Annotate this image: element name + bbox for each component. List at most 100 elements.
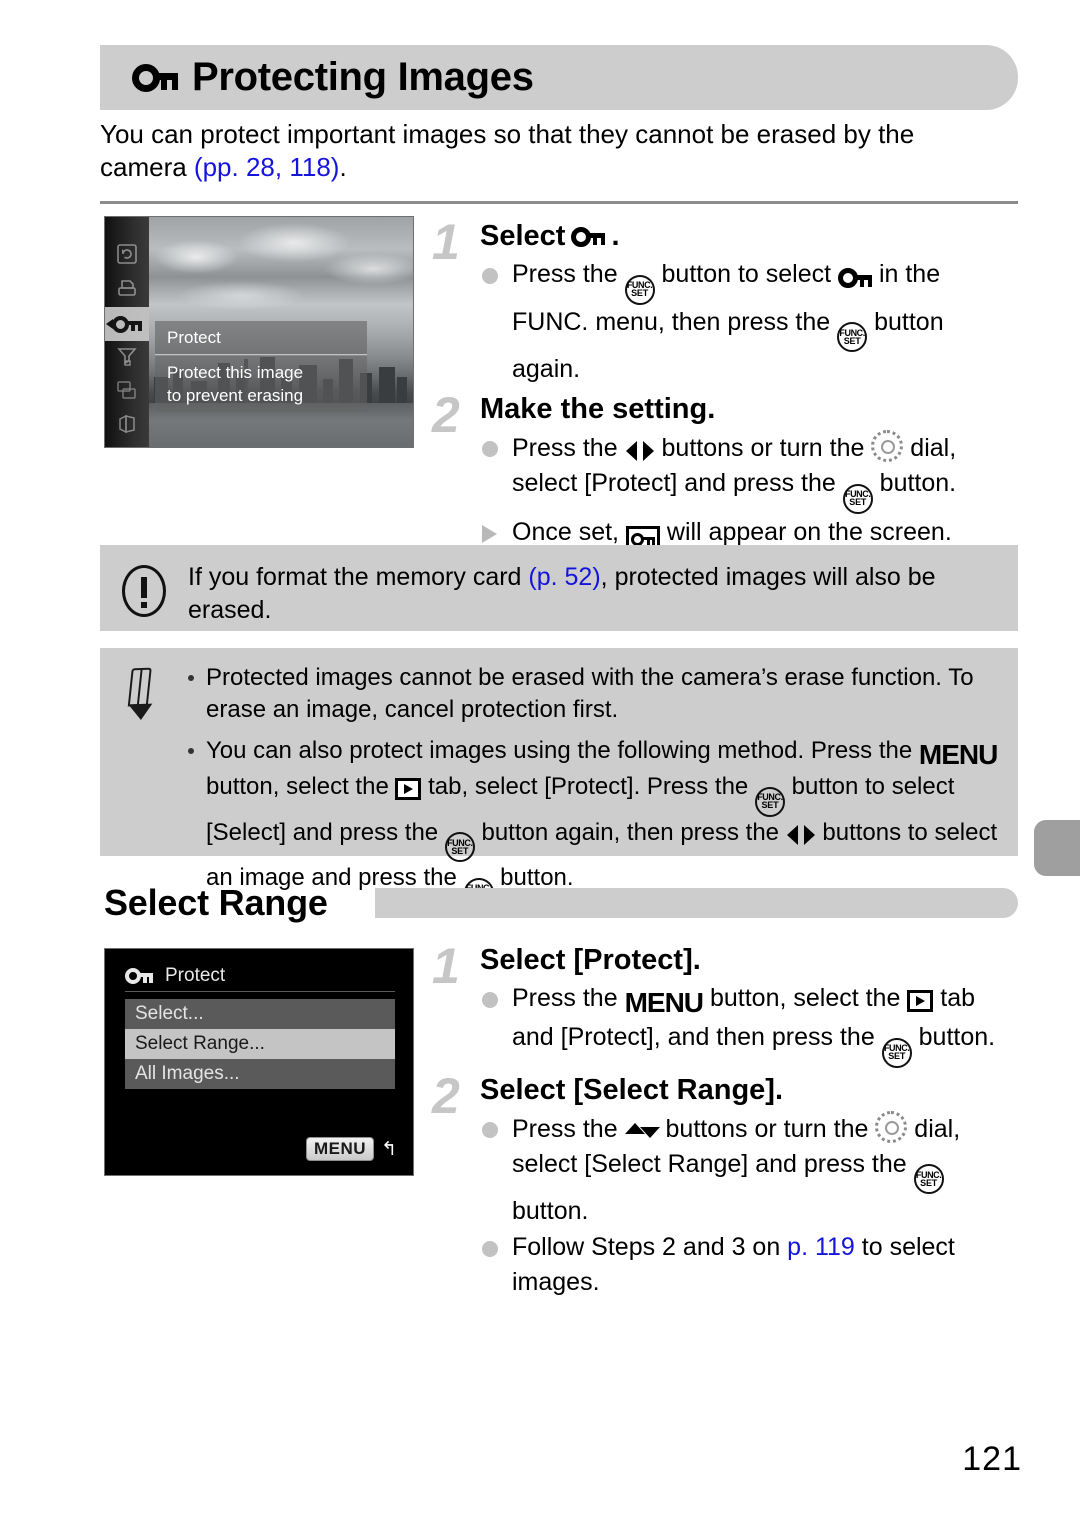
control-dial-icon bbox=[875, 1110, 908, 1143]
camera-screen-protect-menu: Protect Select... Select Range... All Imag… bbox=[104, 948, 414, 1176]
text-run: button. bbox=[911, 1023, 996, 1051]
left-right-buttons-icon bbox=[625, 440, 655, 462]
step-title-text: Select [Select Range]. bbox=[480, 1073, 783, 1106]
intro-line-2: camera bbox=[100, 152, 194, 182]
key-icon bbox=[838, 268, 872, 288]
menu-button-chip: MENU bbox=[306, 1137, 375, 1161]
step-title-text: Make the setting. bbox=[480, 393, 716, 425]
func-item-favorites[interactable] bbox=[105, 341, 149, 375]
page-ref-28[interactable]: pp. 28 bbox=[203, 152, 275, 182]
step-title-text: Select [Protect]. bbox=[480, 944, 701, 976]
func-menu-strip bbox=[105, 217, 149, 447]
page-number: 121 bbox=[962, 1440, 1022, 1478]
dot-bullet-icon bbox=[482, 441, 498, 457]
page-header-band: Protecting Images bbox=[100, 45, 1018, 110]
dot-bullet-icon bbox=[482, 1241, 498, 1257]
intro-ref-open: ( bbox=[193, 152, 203, 182]
control-dial-icon bbox=[871, 430, 904, 462]
step-title: Make the setting. bbox=[480, 391, 1018, 428]
page-title: Protecting Images bbox=[132, 55, 534, 100]
step-title: Select . bbox=[480, 218, 1018, 255]
protect-key-icon bbox=[112, 315, 142, 333]
step-bullet: Press the FUNC. SET button to select in t… bbox=[480, 257, 1018, 387]
protect-menu-header: Protect bbox=[125, 961, 395, 992]
func-set-button-icon: FUNC.SET bbox=[842, 483, 873, 514]
slideshow-icon bbox=[116, 413, 138, 440]
instruction-step: 1 Select . Press the FUNC. SET button to se… bbox=[432, 214, 1018, 387]
menu-word-icon: MENU bbox=[918, 739, 998, 770]
step-bullets: Press the MENU button, select the tab an… bbox=[480, 981, 1018, 1068]
caution-box: If you format the memory card (p. 52), p… bbox=[100, 545, 1018, 631]
header-divider bbox=[100, 201, 1018, 204]
dot-bullet-icon bbox=[482, 992, 498, 1008]
notes-box: Protected images cannot be erased with t… bbox=[100, 648, 1018, 908]
page-reference-link[interactable]: p. 119 bbox=[787, 1233, 855, 1261]
func-item-protect[interactable] bbox=[105, 307, 149, 341]
step-number: 1 bbox=[432, 938, 460, 994]
step-number: 1 bbox=[432, 214, 460, 270]
left-right-buttons-icon bbox=[786, 824, 816, 846]
menu-return-hint[interactable]: MENU ↰ bbox=[306, 1137, 397, 1161]
print-icon bbox=[116, 277, 138, 304]
func-item-slideshow[interactable] bbox=[105, 409, 149, 443]
triangle-bullet-icon bbox=[482, 524, 497, 543]
text-run: tab, select [Protect]. Press the bbox=[421, 773, 755, 800]
manual-page: Protecting Images You can protect import… bbox=[0, 0, 1080, 1521]
key-icon bbox=[630, 532, 655, 546]
protect-menu-item[interactable]: All Images... bbox=[125, 1059, 395, 1089]
page-ref-118[interactable]: 118 bbox=[289, 152, 330, 182]
text-run: button. bbox=[512, 1197, 589, 1225]
intro-paragraph: You can protect important images so that… bbox=[100, 118, 990, 184]
favorites-icon bbox=[116, 345, 138, 372]
func-desc-line-1: Protect this image bbox=[167, 363, 304, 382]
caution-page-ref[interactable]: (p. 52) bbox=[528, 563, 600, 591]
page-edge-tab bbox=[1034, 820, 1080, 876]
note-bullet-icon bbox=[188, 748, 194, 754]
func-menu-title: Protect bbox=[155, 321, 367, 355]
func-set-button-icon: FUNC.SET bbox=[837, 322, 868, 352]
step-bullet: Press the buttons or turn the dial, sele… bbox=[480, 430, 1018, 514]
up-down-buttons-icon bbox=[624, 1121, 660, 1143]
text-run: Press the bbox=[512, 984, 625, 1012]
func-item-rotate[interactable] bbox=[105, 239, 149, 273]
intro-ref-sep: , bbox=[274, 152, 290, 182]
func-item-print[interactable] bbox=[105, 273, 149, 307]
func-desc-line-2: to prevent erasing bbox=[167, 386, 304, 405]
notes-list: Protected images cannot be erased with t… bbox=[186, 662, 1012, 917]
step-title-text: Select bbox=[480, 220, 566, 252]
intro-line-1: You can protect important images so that… bbox=[100, 119, 915, 149]
text-run: Protected images cannot be erased with t… bbox=[206, 664, 974, 723]
func-menu-description: Protect this image to prevent erasing bbox=[155, 356, 367, 412]
text-run: will appear on the screen. bbox=[659, 517, 952, 546]
step-bullets: Press the buttons or turn the dial, sele… bbox=[480, 1110, 1018, 1301]
text-run: button. bbox=[872, 469, 957, 497]
pencil-icon bbox=[124, 667, 158, 721]
func-item-transition[interactable] bbox=[105, 375, 149, 409]
steps-select-range: 1 Select [Protect]. Press the MENU button,… bbox=[432, 938, 1018, 1304]
playback-tab-icon bbox=[395, 778, 422, 800]
dot-bullet-icon bbox=[482, 1121, 498, 1138]
func-set-button-icon: FUNC.SET bbox=[624, 274, 655, 305]
step-title: Select [Protect]. bbox=[480, 942, 1018, 979]
menu-word-icon: MENU bbox=[624, 987, 704, 1018]
text-run: Once set, bbox=[512, 517, 626, 546]
text-run: Press the bbox=[512, 260, 625, 288]
instruction-step: 1 Select [Protect]. Press the MENU button,… bbox=[432, 938, 1018, 1068]
protect-menu-list: Select... Select Range... All Images... bbox=[125, 999, 395, 1089]
func-set-button-icon: FUNC.SET bbox=[444, 832, 475, 862]
step-title: Select [Select Range]. bbox=[480, 1072, 1018, 1109]
caution-pre: If you format the memory card bbox=[188, 563, 529, 591]
step-bullets: Press the FUNC. SET button to select in t… bbox=[480, 257, 1018, 387]
text-run: Press the bbox=[512, 434, 625, 462]
note-item: Protected images cannot be erased with t… bbox=[186, 662, 1012, 726]
note-bullet-icon bbox=[188, 675, 194, 681]
func-set-button-icon: FUNC.SET bbox=[754, 786, 785, 817]
return-arrow-icon: ↰ bbox=[381, 1138, 397, 1160]
step-bullet: Press the MENU button, select the tab an… bbox=[480, 981, 1018, 1068]
section-heading-select-range: Select Range bbox=[100, 882, 1018, 924]
text-run: button, select the bbox=[206, 773, 396, 800]
protect-menu-item[interactable]: Select... bbox=[125, 999, 395, 1029]
exclamation-icon bbox=[122, 565, 166, 617]
protect-menu-item[interactable]: Select Range... bbox=[125, 1029, 395, 1059]
text-run: You can also protect images using the fo… bbox=[206, 737, 919, 764]
